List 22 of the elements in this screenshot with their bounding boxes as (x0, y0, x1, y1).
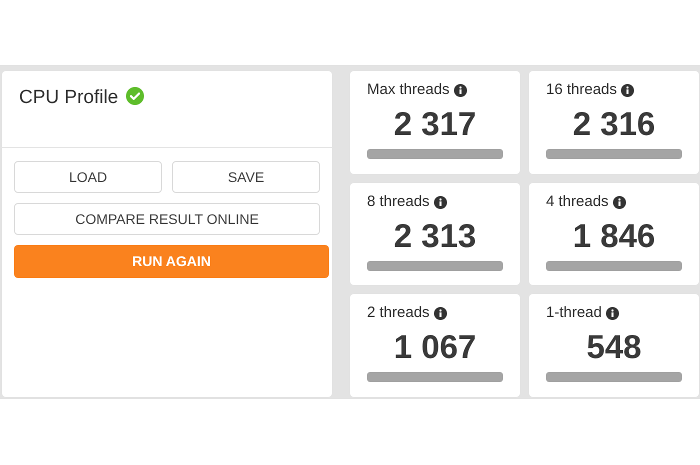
info-icon[interactable] (620, 84, 634, 97)
score-label: 8 threads (367, 192, 430, 212)
score-value: 2 316 (572, 104, 656, 144)
score-value: 548 (585, 326, 643, 366)
score-label: 1-thread (546, 303, 602, 323)
action-button[interactable]: SAVE (172, 161, 320, 193)
card-title: CPU Profile (19, 86, 118, 110)
score-value: 2 313 (392, 216, 478, 256)
info-icon[interactable] (606, 306, 619, 320)
action-button[interactable]: LOAD (14, 161, 162, 193)
score-label: 16 threads (546, 80, 617, 100)
action-button[interactable]: COMPARE RESULT ONLINE (14, 203, 320, 235)
score-value: 1 846 (572, 216, 656, 256)
score-value: 1 067 (392, 326, 478, 366)
info-icon[interactable] (434, 196, 447, 209)
score-label: 4 threads (546, 192, 609, 212)
info-icon[interactable] (454, 84, 467, 97)
info-icon[interactable] (612, 196, 626, 209)
score-label: Max threads (367, 80, 450, 100)
score-value: 2 317 (392, 104, 478, 144)
score-label: 2 threads (367, 303, 430, 323)
info-icon[interactable] (434, 306, 447, 320)
